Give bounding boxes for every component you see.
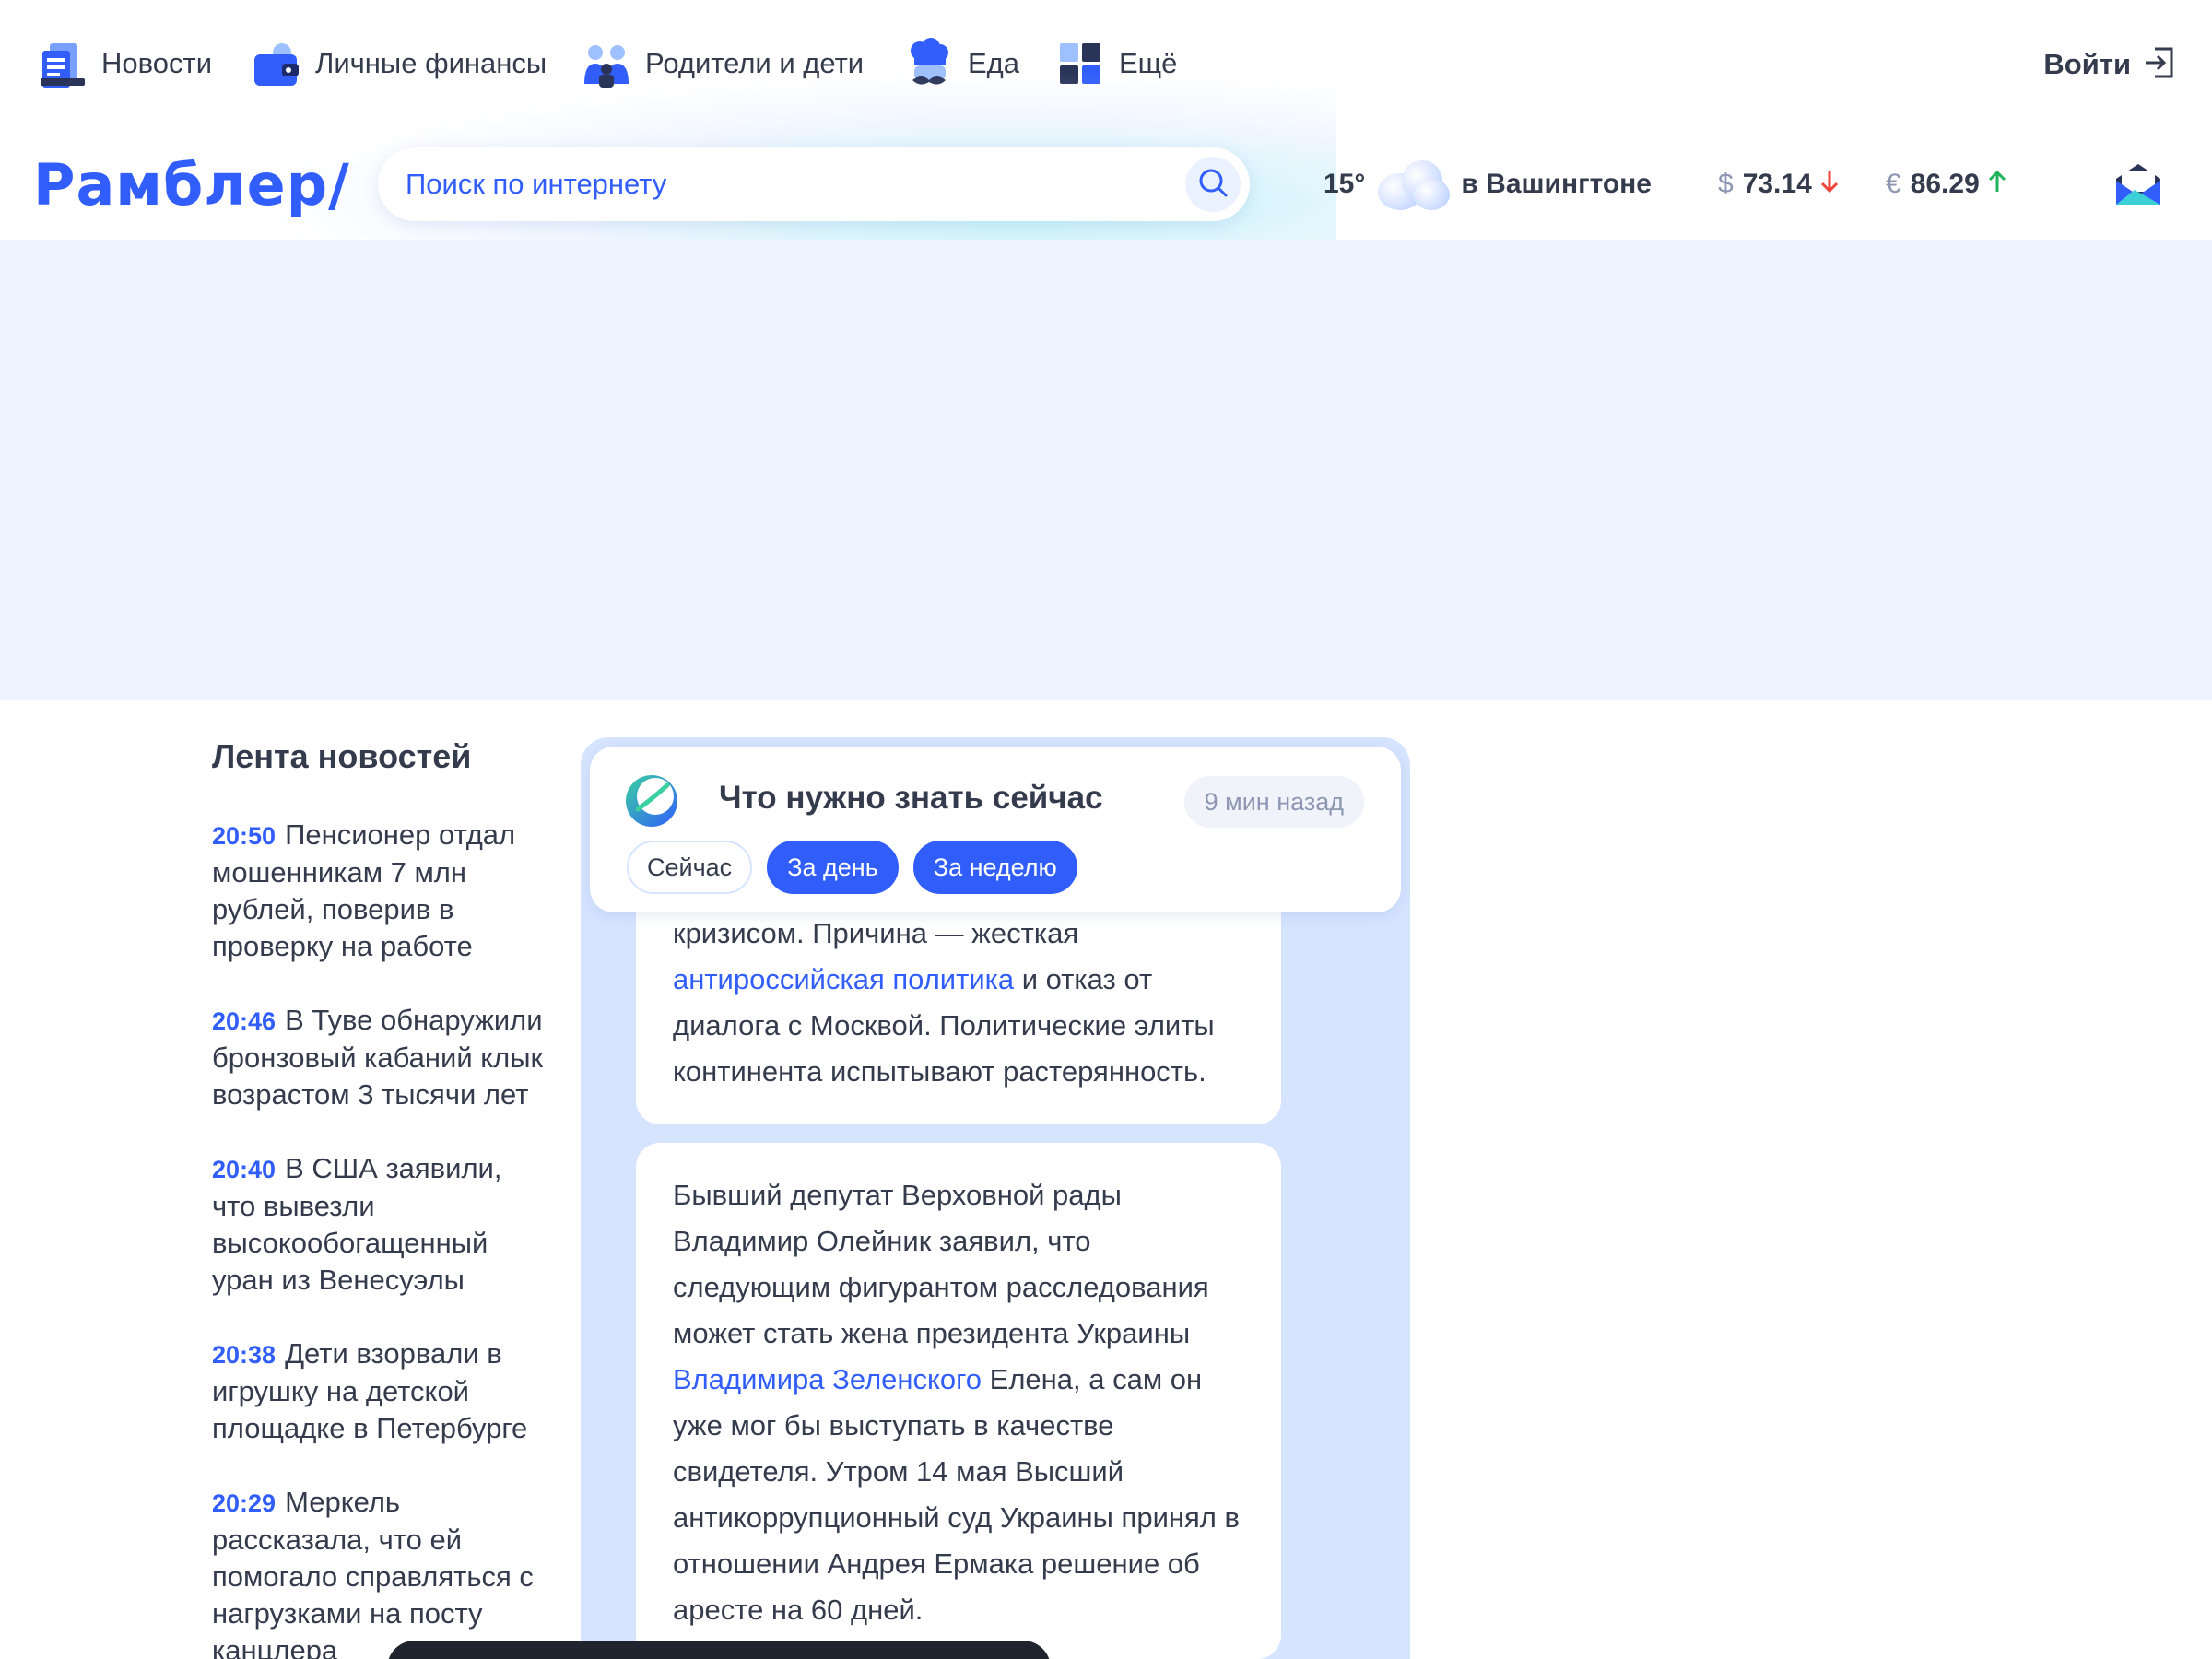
- news-time: 20:46: [212, 1007, 276, 1035]
- mail-icon: [2112, 164, 2164, 212]
- summary-text: Бывший депутат Верховной рады Владимир О…: [673, 1179, 1209, 1349]
- nav-item-label: Новости: [101, 47, 213, 79]
- search-bar: [378, 147, 1250, 221]
- mail-button[interactable]: [2112, 162, 2164, 208]
- rambler-logo[interactable]: Рамблер/: [33, 151, 350, 218]
- rate-eur[interactable]: € 86.29: [1886, 157, 2007, 212]
- search-icon: [1197, 167, 1229, 203]
- arrow-down-icon: [1819, 169, 1840, 201]
- rate-value: 86.29: [1910, 169, 1980, 199]
- tab-week[interactable]: За неделю: [912, 841, 1077, 894]
- login-icon: [2144, 46, 2175, 84]
- bottom-floating-bar[interactable]: [387, 1641, 1051, 1659]
- widget-title: Что нужно знать сейчас: [719, 780, 1103, 816]
- news-feed-item[interactable]: 20:46 В Туве обнаружили бронзовый кабаний…: [212, 1002, 553, 1113]
- header: Рамблер/ 15° в Вашингтоне $ 73.14 €: [0, 74, 2212, 258]
- news-icon: [37, 38, 88, 89]
- news-feed-item[interactable]: 20:40 В США заявили, что вывезли высокооб…: [212, 1150, 553, 1299]
- weather-city: в Вашингтоне: [1461, 169, 1652, 199]
- rate-value: 73.14: [1742, 169, 1812, 199]
- tab-now[interactable]: Сейчас: [627, 841, 753, 894]
- widget-timestamp: 9 мин назад: [1183, 776, 1364, 828]
- summary-card: Бывший депутат Верховной рады Владимир О…: [636, 1143, 1281, 1659]
- tab-day[interactable]: За день: [767, 841, 899, 894]
- summary-text: кризисом. Причина — жесткая: [673, 917, 1079, 949]
- summary-link[interactable]: антироссийская политика: [673, 963, 1014, 995]
- login-button[interactable]: Войти: [2043, 41, 2175, 88]
- news-time: 20:38: [212, 1341, 276, 1369]
- search-input[interactable]: [406, 168, 1161, 201]
- news-time: 20:29: [212, 1489, 276, 1517]
- news-summary-widget: Что нужно знать сейчас 9 мин назад Сейча…: [581, 737, 1410, 1659]
- weather-widget[interactable]: 15° в Вашингтоне: [1324, 157, 1652, 212]
- widget-header: Что нужно знать сейчас 9 мин назад Сейча…: [590, 747, 1401, 912]
- summary-card: кризисом. Причина — жесткая антироссийск…: [636, 876, 1281, 1124]
- currency-symbol: €: [1886, 169, 1901, 199]
- nav-item-news[interactable]: Новости: [37, 35, 212, 92]
- news-time: 20:40: [212, 1156, 276, 1183]
- news-feed-title: Лента новостей: [212, 737, 472, 775]
- currency-symbol: $: [1718, 169, 1734, 199]
- search-button[interactable]: [1185, 157, 1241, 212]
- summary-link[interactable]: Владимира Зеленского: [673, 1363, 982, 1395]
- news-feed-item[interactable]: 20:38 Дети взорвали в игрушку на детской …: [212, 1335, 553, 1447]
- ad-banner-area: [0, 240, 2212, 700]
- news-feed-item[interactable]: 20:29 Меркель рассказала, что ей помогало…: [212, 1484, 553, 1659]
- weather-temperature: 15°: [1324, 169, 1366, 199]
- news-time: 20:50: [212, 822, 276, 850]
- ai-assistant-icon: [623, 772, 680, 830]
- cloud-icon: [1374, 157, 1452, 212]
- login-label: Войти: [2043, 48, 2131, 80]
- period-tabs: Сейчас За день За неделю: [627, 841, 1077, 894]
- rate-usd[interactable]: $ 73.14: [1718, 157, 1840, 212]
- news-feed: Лента новостей 20:50 Пенсионер отдал моше…: [212, 737, 553, 1659]
- summary-text: Елена, а сам он уже мог бы выступать в к…: [673, 1363, 1240, 1626]
- arrow-up-icon: [1987, 169, 2007, 201]
- news-feed-item[interactable]: 20:50 Пенсионер отдал мошенникам 7 млн ру…: [212, 817, 553, 965]
